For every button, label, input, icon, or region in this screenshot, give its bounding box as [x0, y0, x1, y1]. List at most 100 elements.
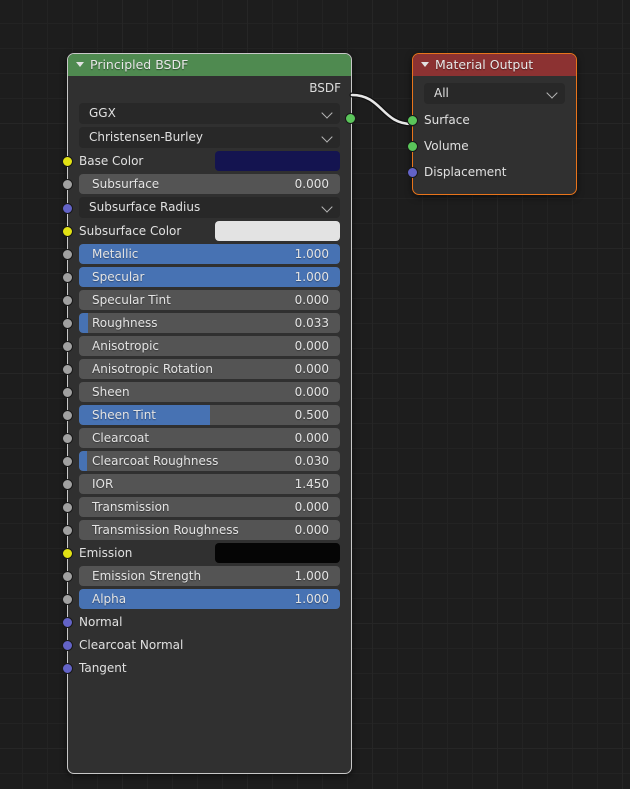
input-row-slider[interactable]: Anisotropic 0.000 [79, 336, 340, 356]
value-field[interactable]: Emission Strength 1.000 [79, 566, 340, 586]
dropdown-subsurface-method[interactable]: Christensen-Burley [79, 127, 340, 148]
value-field[interactable]: Anisotropic 0.000 [79, 336, 340, 356]
input-label: Anisotropic Rotation [92, 362, 214, 376]
input-row-slider[interactable]: Transmission 0.000 [79, 497, 340, 517]
dropdown-subsurface-method-value: Christensen-Burley [89, 130, 203, 144]
node-header-principled-bsdf[interactable]: Principled BSDF [68, 54, 351, 76]
socket-input[interactable] [62, 387, 73, 398]
color-swatch[interactable] [215, 221, 340, 241]
node-principled-bsdf[interactable]: Principled BSDF BSDF GGX Christensen-Bur… [62, 53, 356, 774]
input-value: 0.000 [294, 293, 329, 307]
input-row-slider[interactable]: Clearcoat Roughness 0.030 [79, 451, 340, 471]
input-value: 0.030 [294, 454, 329, 468]
value-field[interactable]: Specular 1.000 [79, 267, 340, 287]
node-body-material-output: All Surface Volume Displacement [413, 83, 576, 191]
socket-input[interactable] [62, 364, 73, 375]
node-material-output[interactable]: Material Output All Surface Volume Displac… [407, 53, 577, 195]
input-row-socket-only: Clearcoat Normal [79, 635, 340, 655]
value-field[interactable]: Clearcoat 0.000 [79, 428, 340, 448]
dropdown-subsurface-radius[interactable]: Subsurface Radius [79, 197, 340, 218]
input-row-slider[interactable]: Specular Tint 0.000 [79, 290, 340, 310]
socket-input-surface[interactable] [407, 115, 418, 126]
socket-input[interactable] [62, 156, 73, 167]
input-row-slider[interactable]: Alpha 1.000 [79, 589, 340, 609]
input-row-number[interactable]: Emission Strength 1.000 [79, 566, 340, 586]
socket-output-bsdf[interactable] [345, 113, 356, 124]
input-label: Normal [79, 615, 123, 629]
input-row-color: Subsurface Color [79, 221, 340, 241]
dropdown-distribution[interactable]: GGX [79, 103, 340, 124]
socket-input[interactable] [62, 179, 73, 190]
socket-input[interactable] [62, 433, 73, 444]
input-label: Base Color [79, 154, 144, 168]
chevron-down-icon [321, 130, 333, 143]
node-title: Material Output [435, 57, 534, 72]
input-value: 0.000 [294, 431, 329, 445]
input-row-slider[interactable]: Metallic 1.000 [79, 244, 340, 264]
input-row-slider[interactable]: Subsurface 0.000 [79, 174, 340, 194]
input-value: 0.000 [294, 523, 329, 537]
input-row-number[interactable]: IOR 1.450 [79, 474, 340, 494]
value-field[interactable]: Anisotropic Rotation 0.000 [79, 359, 340, 379]
socket-input[interactable] [62, 548, 73, 559]
input-label: Transmission Roughness [92, 523, 239, 537]
value-field[interactable]: IOR 1.450 [79, 474, 340, 494]
socket-input[interactable] [62, 479, 73, 490]
socket-input[interactable] [62, 502, 73, 513]
value-field[interactable]: Alpha 1.000 [79, 589, 340, 609]
value-field[interactable]: Clearcoat Roughness 0.030 [79, 451, 340, 471]
value-field[interactable]: Sheen Tint 0.500 [79, 405, 340, 425]
socket-input-volume[interactable] [407, 141, 418, 152]
input-label: Sheen Tint [92, 408, 157, 422]
input-label: Subsurface [92, 177, 160, 191]
chevron-down-icon [321, 106, 333, 119]
socket-input[interactable] [62, 456, 73, 467]
socket-input[interactable] [62, 663, 73, 674]
value-field[interactable]: Roughness 0.033 [79, 313, 340, 333]
socket-input[interactable] [62, 617, 73, 628]
input-row-displacement: Displacement [424, 162, 565, 182]
input-row-slider[interactable]: Specular 1.000 [79, 267, 340, 287]
socket-input[interactable] [62, 410, 73, 421]
socket-input[interactable] [62, 594, 73, 605]
socket-input[interactable] [62, 341, 73, 352]
dropdown-render-target[interactable]: All [424, 83, 565, 104]
socket-input[interactable] [62, 525, 73, 536]
color-swatch[interactable] [215, 151, 340, 171]
socket-input[interactable] [62, 226, 73, 237]
socket-input-displacement[interactable] [407, 167, 418, 178]
socket-input[interactable] [62, 249, 73, 260]
value-field[interactable]: Metallic 1.000 [79, 244, 340, 264]
input-row-slider[interactable]: Roughness 0.033 [79, 313, 340, 333]
socket-input[interactable] [62, 571, 73, 582]
color-swatch[interactable] [215, 543, 340, 563]
value-field[interactable]: Specular Tint 0.000 [79, 290, 340, 310]
input-label: Sheen [92, 385, 130, 399]
input-label: Anisotropic [92, 339, 160, 353]
dropdown-distribution-value: GGX [89, 106, 116, 120]
output-label-bsdf: BSDF [309, 81, 341, 95]
dropdown-render-target-value: All [434, 86, 449, 100]
chevron-down-icon[interactable] [76, 62, 84, 67]
value-field[interactable]: Sheen 0.000 [79, 382, 340, 402]
chevron-down-icon[interactable] [421, 62, 429, 67]
input-row-surface: Surface [424, 110, 565, 130]
value-field[interactable]: Transmission 0.000 [79, 497, 340, 517]
socket-input[interactable] [62, 318, 73, 329]
socket-input[interactable] [62, 272, 73, 283]
input-row-slider[interactable]: Sheen Tint 0.500 [79, 405, 340, 425]
input-row-slider[interactable]: Clearcoat 0.000 [79, 428, 340, 448]
input-row-slider[interactable]: Sheen 0.000 [79, 382, 340, 402]
node-header-material-output[interactable]: Material Output [413, 54, 576, 76]
value-field[interactable]: Transmission Roughness 0.000 [79, 520, 340, 540]
socket-input[interactable] [62, 295, 73, 306]
socket-input[interactable] [62, 640, 73, 651]
input-row-slider[interactable]: Anisotropic Rotation 0.000 [79, 359, 340, 379]
value-field[interactable]: Subsurface 0.000 [79, 174, 340, 194]
input-row-slider[interactable]: Transmission Roughness 0.000 [79, 520, 340, 540]
shader-node-editor[interactable]: Principled BSDF BSDF GGX Christensen-Bur… [0, 0, 630, 789]
input-row-volume: Volume [424, 136, 565, 156]
input-label: Roughness [92, 316, 158, 330]
socket-input[interactable] [62, 203, 73, 214]
input-label: Clearcoat Normal [79, 638, 184, 652]
